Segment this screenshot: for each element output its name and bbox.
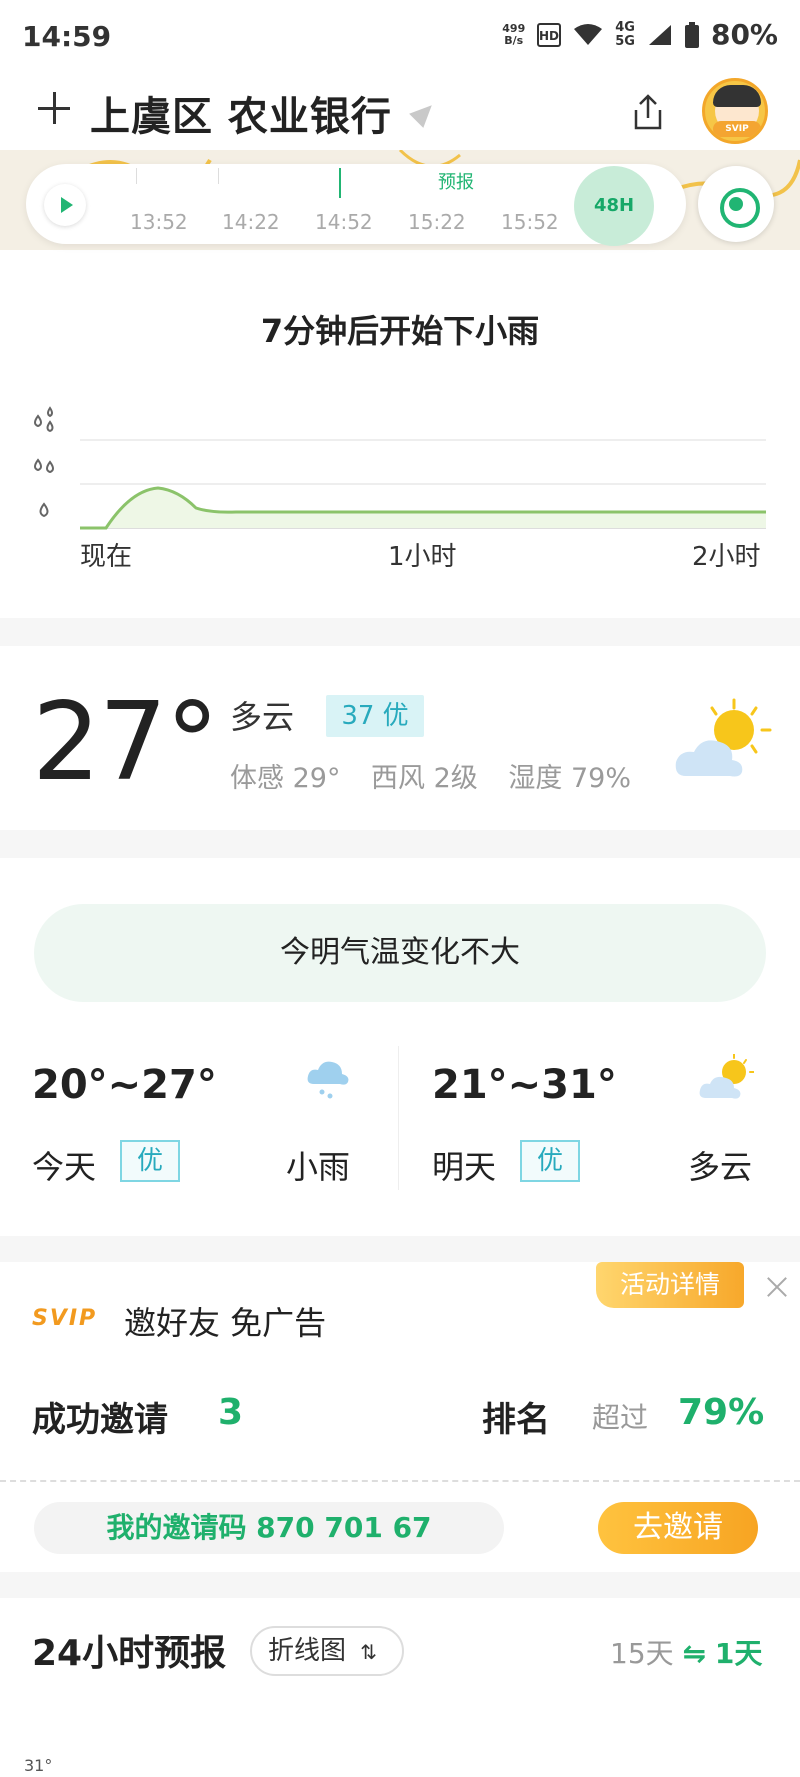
precip-axis-label: 现在: [80, 542, 133, 572]
tomorrow-aqi-badge: 优: [520, 1140, 580, 1182]
temp-trend-banner: 今明气温变化不大: [34, 904, 766, 1002]
invite-title: 邀好友 免广告: [124, 1304, 327, 1342]
net-speed: 499 B/s: [502, 21, 526, 47]
net-speed-unit: B/s: [504, 33, 524, 47]
network-4g: 4G: [615, 19, 635, 35]
close-icon[interactable]: [766, 1276, 788, 1298]
rain-intensity-icons: [30, 400, 60, 524]
rank-label: 排名: [482, 1400, 550, 1440]
location-arrow-icon: [409, 98, 439, 128]
section-divider: [0, 1236, 800, 1262]
play-button[interactable]: [44, 184, 86, 226]
wind: 西风 2级: [371, 763, 478, 794]
timeline-marker: [136, 168, 137, 184]
timeline-tick: 15:52: [501, 210, 559, 234]
precip-chart: [80, 439, 766, 530]
success-invites-label: 成功邀请: [32, 1400, 168, 1440]
tomorrow-condition: 多云: [688, 1148, 753, 1186]
today-label: 今天: [32, 1148, 97, 1186]
share-icon[interactable]: [628, 92, 668, 132]
section-divider: [0, 830, 800, 858]
sort-icon: ⇅: [360, 1640, 378, 1664]
day-divider: [398, 1046, 399, 1190]
success-invites-count: 3: [218, 1392, 244, 1433]
battery-percent: 80%: [710, 18, 778, 51]
rank-value: 79%: [678, 1392, 765, 1433]
battery-icon: [684, 21, 699, 48]
tomorrow-temp-range: 21°~31°: [432, 1062, 617, 1108]
precip-axis-label: 2小时: [692, 542, 761, 572]
switch-arrow-icon: ⇋: [682, 1637, 707, 1670]
add-city-button[interactable]: [36, 90, 72, 126]
today-condition: 小雨: [286, 1148, 351, 1186]
today-aqi-badge: 优: [120, 1140, 180, 1182]
section-divider: [0, 1572, 800, 1598]
dashed-divider: [0, 1480, 800, 1482]
precip-axis-label: 1小时: [388, 542, 457, 572]
wifi-icon: [574, 23, 603, 45]
avatar[interactable]: SVIP: [702, 78, 768, 144]
network-type: 4G 5G: [615, 19, 635, 49]
tomorrow-label: 明天: [432, 1148, 497, 1186]
forecast-label: 预报: [438, 172, 474, 193]
svip-logo: SVIP: [32, 1306, 98, 1331]
timeline-tick: 15:22: [408, 210, 466, 234]
activity-details-button[interactable]: 活动详情: [596, 1262, 744, 1308]
light-rain-icon: [307, 1061, 349, 1099]
invite-code[interactable]: 我的邀请码 870 701 67: [34, 1502, 504, 1554]
range-48h-button[interactable]: 48H: [574, 166, 654, 246]
current-condition: 多云: [230, 698, 295, 736]
partly-cloudy-icon: [675, 698, 772, 777]
locate-button[interactable]: [698, 166, 774, 242]
forecast-24h-title: 24小时预报: [32, 1633, 227, 1674]
avatar-hair: [713, 85, 761, 107]
timeline-marker: [218, 168, 219, 184]
nfc-icon: HD: [537, 22, 562, 47]
app-header: 上虞区 农业银行 SVIP: [0, 72, 800, 160]
status-icons: 499 B/s HD 4G 5G 80%: [502, 18, 778, 51]
day-range-switch[interactable]: 15天 ⇋ 1天: [610, 1632, 762, 1672]
current-temperature: 27°: [32, 680, 219, 805]
status-time: 14:59: [22, 20, 112, 53]
location-title[interactable]: 上虞区 农业银行: [90, 84, 392, 142]
section-divider: [0, 618, 800, 646]
timeline-tick: 14:22: [222, 210, 280, 234]
avatar-svip-badge: SVIP: [713, 121, 761, 137]
status-bar: 14:59 499 B/s HD 4G 5G 80%: [0, 0, 800, 72]
chart-view-label: 折线图: [268, 1636, 347, 1666]
switch-15-day: 15天: [610, 1637, 674, 1670]
net-speed-value: 499: [502, 21, 526, 35]
switch-1-day: 1天: [714, 1637, 763, 1670]
current-details: 体感 29° 西风 2级 湿度 79%: [230, 756, 653, 795]
aqi-badge[interactable]: 37 优: [326, 695, 424, 737]
humidity: 湿度 79%: [508, 763, 632, 794]
chart-view-toggle[interactable]: 折线图 ⇅: [250, 1626, 404, 1676]
timeline-tick: 13:52: [130, 210, 188, 234]
invite-button[interactable]: 去邀请: [598, 1502, 758, 1554]
precip-title: 7分钟后开始下小雨: [260, 312, 540, 350]
today-temp-range: 20°~27°: [32, 1062, 217, 1108]
rank-prefix: 超过: [592, 1401, 649, 1434]
svg-text:HD: HD: [539, 29, 559, 43]
app-root: 14:59 499 B/s HD 4G 5G 80% 上虞区 农业银行 SVIP…: [0, 0, 800, 1777]
timeline-tick: 14:52: [315, 210, 373, 234]
signal-icon: [648, 24, 671, 45]
feels-like: 体感 29°: [230, 763, 341, 794]
current-time-indicator: [339, 168, 341, 198]
hourly-temp: 31°: [24, 1756, 53, 1775]
network-5g: 5G: [615, 33, 635, 49]
partly-cloudy-icon: [699, 1054, 754, 1099]
